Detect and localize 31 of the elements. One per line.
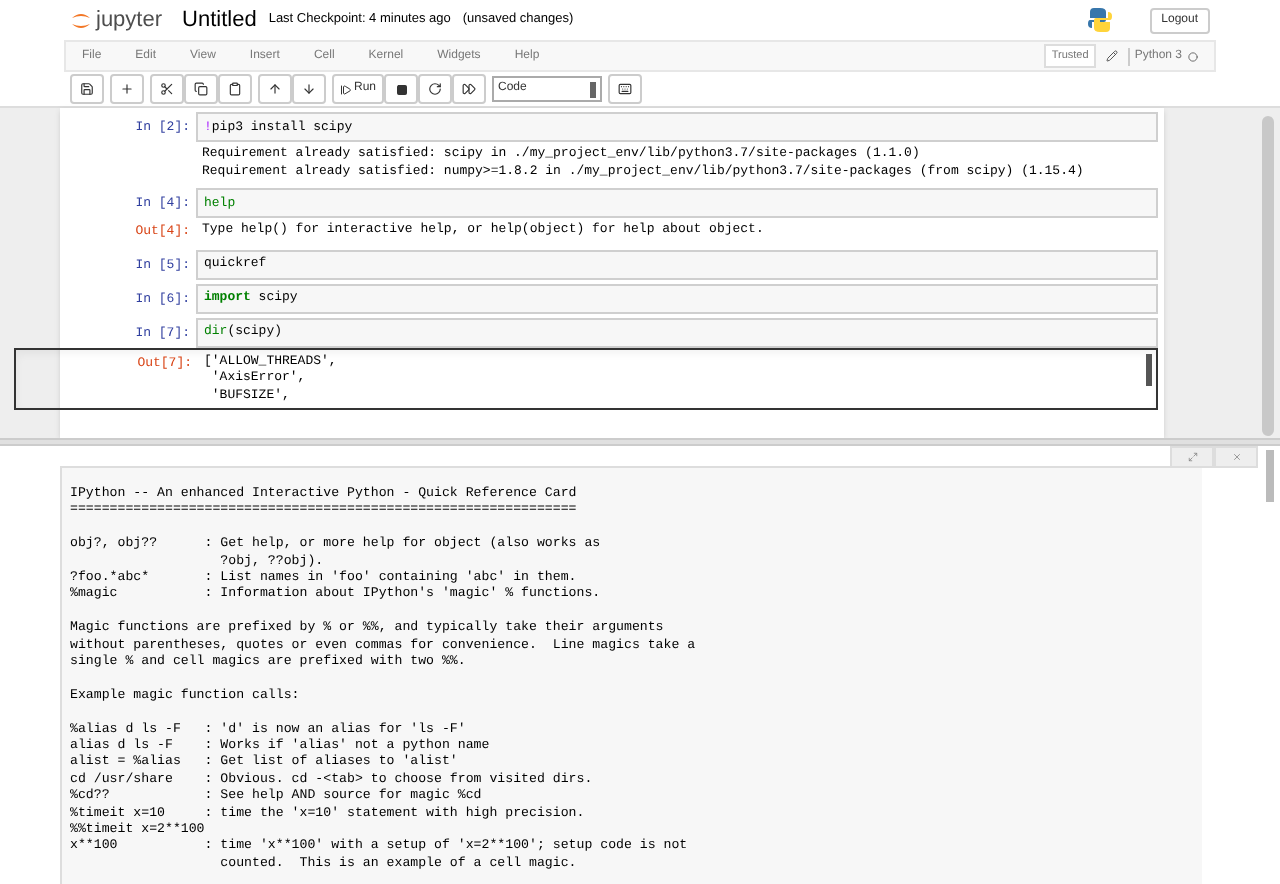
copy-icon	[194, 82, 208, 96]
plus-icon	[120, 82, 134, 96]
clipboard-icon	[228, 82, 242, 96]
restart-icon	[428, 82, 443, 96]
run-all-button[interactable]	[452, 74, 487, 104]
edit-icon[interactable]	[1106, 50, 1119, 62]
restart-button[interactable]	[418, 74, 453, 104]
stop-icon	[395, 83, 408, 95]
stop-button[interactable]	[384, 74, 419, 104]
save-button[interactable]	[70, 74, 104, 104]
output-scrollbar[interactable]	[1146, 353, 1152, 386]
save-icon	[80, 82, 94, 96]
arrow-up-icon	[268, 82, 282, 96]
notebook-title[interactable]: Untitled	[182, 3, 257, 37]
fast-forward-icon	[462, 82, 477, 96]
step-forward-icon	[340, 83, 352, 95]
cut-button[interactable]	[150, 74, 184, 104]
paste-button[interactable]	[218, 74, 252, 104]
keyboard-button[interactable]	[608, 74, 643, 104]
pager-scrollbar[interactable]	[1266, 450, 1274, 502]
scissors-icon	[160, 82, 174, 96]
insert-cell-button[interactable]	[110, 74, 144, 104]
arrow-down-icon	[302, 82, 316, 96]
notebook-scrollbar[interactable]	[1262, 116, 1274, 436]
move-down-button[interactable]	[292, 74, 326, 104]
expand-icon	[1187, 452, 1197, 462]
keyboard-icon	[618, 82, 633, 96]
kernel-status-icon	[1188, 51, 1198, 61]
copy-button[interactable]	[184, 74, 218, 104]
logo-text: jupyter	[96, 5, 163, 36]
python-logo-icon	[1085, 6, 1114, 34]
